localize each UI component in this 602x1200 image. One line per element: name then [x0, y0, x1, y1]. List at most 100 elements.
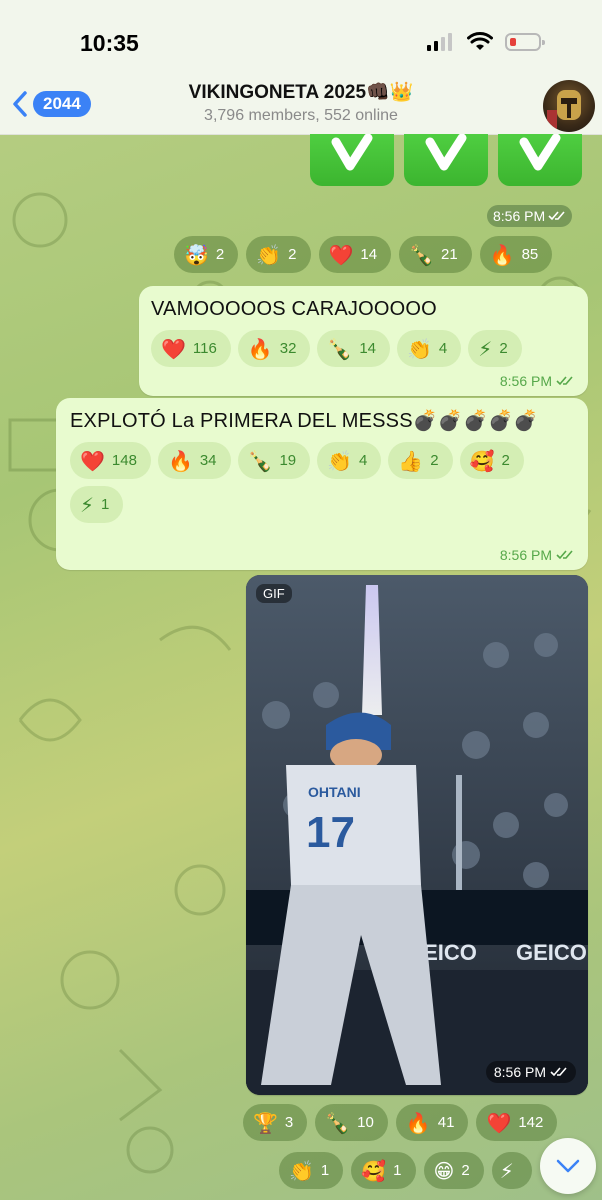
reaction-chip[interactable]: 👏 1: [279, 1152, 344, 1189]
message-text: EXPLOTÓ La PRIMERA DEL MESSS💣💣💣💣💣: [70, 410, 539, 432]
message-text: VAMOOOOOS CARAJOOOOO: [151, 298, 437, 320]
exploding-head-emoji: 🤯: [184, 242, 209, 267]
wifi-icon: [467, 32, 493, 50]
double-check-icon: [556, 550, 573, 560]
group-avatar[interactable]: [543, 80, 595, 132]
reaction-chip[interactable]: ❤️ 148: [70, 442, 151, 479]
message-meta: 8:56 PM: [500, 373, 574, 389]
chat-title[interactable]: VIKINGONETA 2025👊🏿👑: [0, 80, 602, 104]
clapping-emoji: 👏: [256, 242, 282, 267]
smiling-hearts-emoji: 🥰: [361, 1158, 387, 1183]
reaction-count: 4: [438, 340, 448, 357]
battery-icon: [505, 33, 545, 51]
reaction-chip[interactable]: 🍾 21: [399, 236, 472, 273]
lightning-emoji: ⚡: [478, 336, 493, 361]
fire-emoji: 🔥: [489, 242, 515, 267]
reaction-count: 2: [499, 340, 508, 357]
reaction-count: 2: [430, 452, 439, 469]
reaction-count: 21: [441, 246, 458, 263]
lightning-emoji: ⚡: [499, 1158, 514, 1183]
reaction-chip[interactable]: ❤️ 116: [151, 330, 231, 367]
check-mark-icon: [331, 134, 373, 171]
reaction-chip[interactable]: 😁 2: [423, 1152, 484, 1189]
trophy-emoji: 🏆: [253, 1110, 278, 1135]
reaction-chip[interactable]: 🥰 2: [459, 442, 524, 479]
clapping-emoji: 👏: [407, 336, 432, 361]
double-check-icon: [556, 376, 573, 386]
reaction-count: 1: [320, 1162, 330, 1179]
reaction-count: 32: [279, 340, 297, 357]
chevron-down-icon: [556, 1159, 580, 1173]
reaction-chip[interactable]: ⚡: [491, 1152, 532, 1189]
reaction-chip[interactable]: 👏 4: [317, 442, 382, 479]
ad-board-text: GEICO: [516, 940, 587, 965]
reaction-chip[interactable]: ❤️ 142: [476, 1104, 558, 1141]
gif-message[interactable]: GEICO GEICO OHTANI 17 GIF 8:56 PM: [246, 575, 588, 1095]
reaction-count: 19: [279, 452, 297, 469]
lightning-emoji: ⚡: [80, 492, 95, 517]
heart-emoji: ❤️: [328, 242, 354, 267]
reaction-count: 34: [199, 452, 217, 469]
reaction-chip[interactable]: 🔥 41: [395, 1104, 469, 1141]
chat-header: 2044 VIKINGONETA 2025👊🏿👑 3,796 members, …: [0, 80, 602, 135]
champagne-emoji: 🍾: [325, 1110, 351, 1135]
message-bubble[interactable]: VAMOOOOOS CARAJOOOOO ❤️ 116 🔥 32 🍾 14 👏 4 ⚡ 2…: [139, 286, 588, 396]
reaction-count: 148: [111, 452, 137, 469]
reaction-chip[interactable]: 👏 4: [397, 330, 462, 367]
reaction-chip[interactable]: 🥰 1: [351, 1152, 416, 1189]
reaction-chip[interactable]: 🔥 85: [479, 236, 553, 273]
jersey-number: 17: [306, 808, 355, 857]
reaction-chip[interactable]: ❤️ 14: [318, 236, 392, 273]
avatar-image-icon: [547, 90, 581, 130]
reaction-chip[interactable]: 🍾 10: [315, 1104, 388, 1141]
reaction-chip[interactable]: 🏆 3: [243, 1104, 308, 1141]
reaction-chip[interactable]: ⚡ 2: [468, 330, 522, 367]
reaction-chip[interactable]: 🍾 14: [317, 330, 391, 367]
heart-emoji: ❤️: [161, 336, 186, 361]
reaction-chip[interactable]: 🤯 2: [174, 236, 239, 273]
reaction-row: 👏 1 🥰 1 😁 2 ⚡: [279, 1152, 532, 1189]
double-check-icon: [550, 1067, 567, 1077]
reaction-row: ❤️ 116 🔥 32 🍾 14 👏 4 ⚡ 2: [151, 330, 576, 367]
message-time: 8:56 PM: [499, 373, 552, 389]
heart-emoji: ❤️: [80, 448, 105, 473]
gif-preview-image: GEICO GEICO OHTANI 17: [246, 575, 588, 1095]
message-meta: 8:56 PM: [485, 1061, 576, 1083]
champagne-emoji: 🍾: [327, 336, 353, 361]
reaction-count: 2: [215, 246, 225, 263]
reaction-chip[interactable]: 👏 2: [246, 236, 311, 273]
message-meta: 8:56 PM: [487, 205, 573, 227]
reaction-chip[interactable]: 🍾 19: [237, 442, 311, 479]
fire-emoji: 🔥: [405, 1110, 431, 1135]
reaction-count: 3: [284, 1114, 294, 1131]
champagne-emoji: 🍾: [247, 448, 273, 473]
grinning-emoji: 😁: [433, 1158, 455, 1183]
reaction-count: 10: [357, 1114, 374, 1131]
reaction-count: 85: [521, 246, 539, 263]
reaction-chip[interactable]: ⚡ 1: [70, 486, 124, 523]
reaction-count: 14: [360, 246, 378, 263]
message-bubble[interactable]: EXPLOTÓ La PRIMERA DEL MESSS💣💣💣💣💣 ❤️ 148 …: [56, 398, 588, 570]
reaction-count: 2: [461, 1162, 470, 1179]
check-emoji-tile: [498, 134, 582, 186]
reaction-chip[interactable]: 🔥 34: [157, 442, 231, 479]
reaction-count: 1: [101, 496, 110, 513]
reaction-row: ❤️ 148 🔥 34 🍾 19 👏 4 👍 2 🥰 2 ⚡ 1: [70, 442, 560, 523]
scroll-to-bottom-button[interactable]: [540, 1138, 596, 1194]
message-time: 8:56 PM: [493, 208, 546, 224]
reaction-count: 1: [393, 1162, 402, 1179]
clapping-emoji: 👏: [327, 448, 353, 473]
reaction-chip[interactable]: 👍 2: [388, 442, 453, 479]
message-meta: 8:56 PM: [500, 547, 574, 563]
reaction-count: 14: [359, 340, 377, 357]
fire-emoji: 🔥: [167, 448, 193, 473]
chat-subtitle: 3,796 members, 552 online: [204, 107, 398, 124]
reaction-count: 4: [359, 452, 368, 469]
double-check-icon: [548, 211, 565, 221]
reaction-count: 2: [288, 246, 297, 263]
reaction-chip[interactable]: 🔥 32: [237, 330, 311, 367]
clapping-emoji: 👏: [289, 1158, 314, 1183]
cellular-signal-icon: [427, 33, 452, 51]
check-emoji-tile: [310, 134, 394, 186]
reaction-count: 2: [501, 452, 510, 469]
